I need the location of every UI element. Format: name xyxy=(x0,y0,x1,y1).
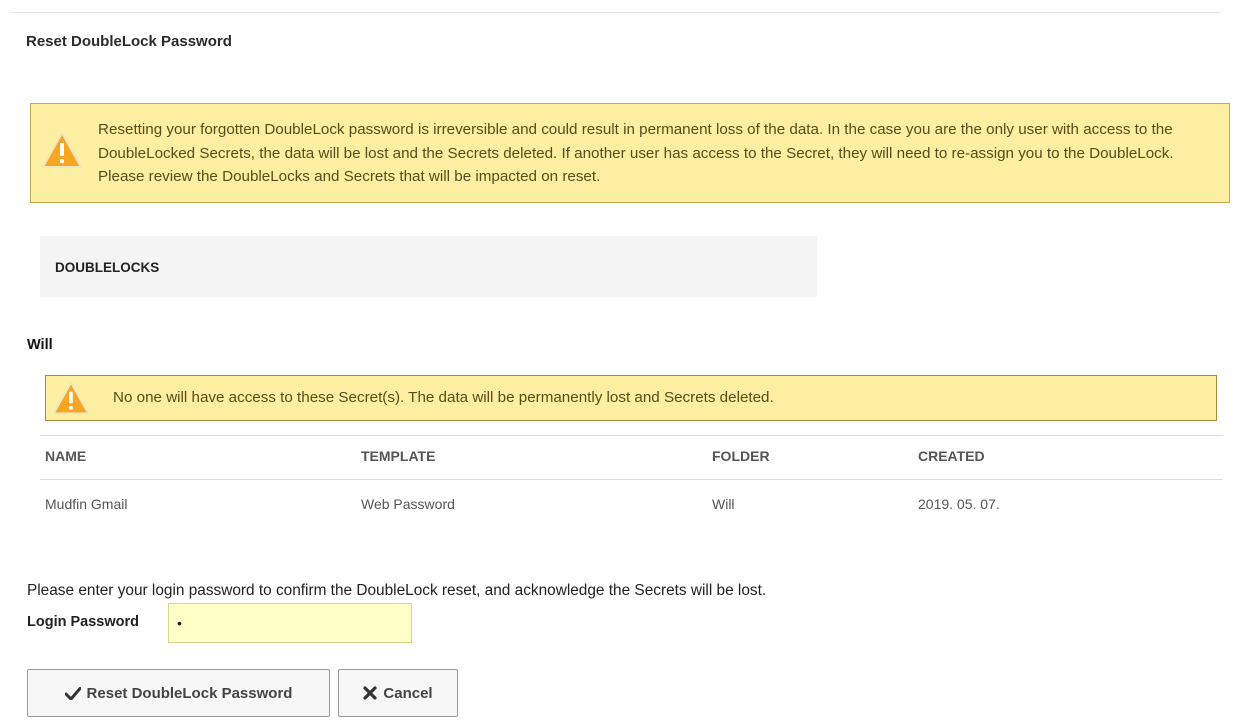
cancel-button[interactable]: Cancel xyxy=(338,669,458,717)
doublelocks-header: DOUBLELOCKS xyxy=(55,260,160,275)
secret-folder-cell: Will xyxy=(712,496,735,512)
reset-warning-banner: Resetting your forgotten DoubleLock pass… xyxy=(30,103,1230,203)
secret-name-cell: Mudfin Gmail xyxy=(45,496,128,512)
reset-button-label: Reset DoubleLock Password xyxy=(86,684,293,702)
header-divider xyxy=(10,12,1220,13)
login-password-input[interactable] xyxy=(168,603,412,643)
reset-warning-text: Resetting your forgotten DoubleLock pass… xyxy=(98,121,1174,185)
secret-template-cell: Web Password xyxy=(361,496,455,512)
login-password-label: Login Password xyxy=(27,614,139,630)
page-title: Reset DoubleLock Password xyxy=(26,33,232,50)
column-header-name[interactable]: NAME xyxy=(45,448,86,464)
reset-doublelock-password-button[interactable]: Reset DoubleLock Password xyxy=(27,669,330,717)
column-header-created[interactable]: CREATED xyxy=(918,448,985,464)
warning-triangle-icon xyxy=(52,381,90,420)
check-icon xyxy=(64,686,81,700)
data-loss-warning-banner: No one will have access to these Secret(… xyxy=(45,375,1217,421)
secret-created-cell: 2019. 05. 07. xyxy=(918,496,1000,512)
column-header-template[interactable]: TEMPLATE xyxy=(361,448,435,464)
column-header-folder[interactable]: FOLDER xyxy=(712,448,770,464)
warning-triangle-icon xyxy=(41,131,83,174)
table-top-border xyxy=(40,435,1223,436)
confirm-instructions: Please enter your login password to conf… xyxy=(27,582,767,599)
doublelocks-panel: DOUBLELOCKS xyxy=(40,236,817,297)
close-icon xyxy=(363,686,377,700)
data-loss-warning-text: No one will have access to these Secret(… xyxy=(113,389,774,406)
cancel-button-label: Cancel xyxy=(383,684,433,702)
table-header-divider xyxy=(40,479,1223,480)
doublelock-group-name: Will xyxy=(27,337,53,353)
